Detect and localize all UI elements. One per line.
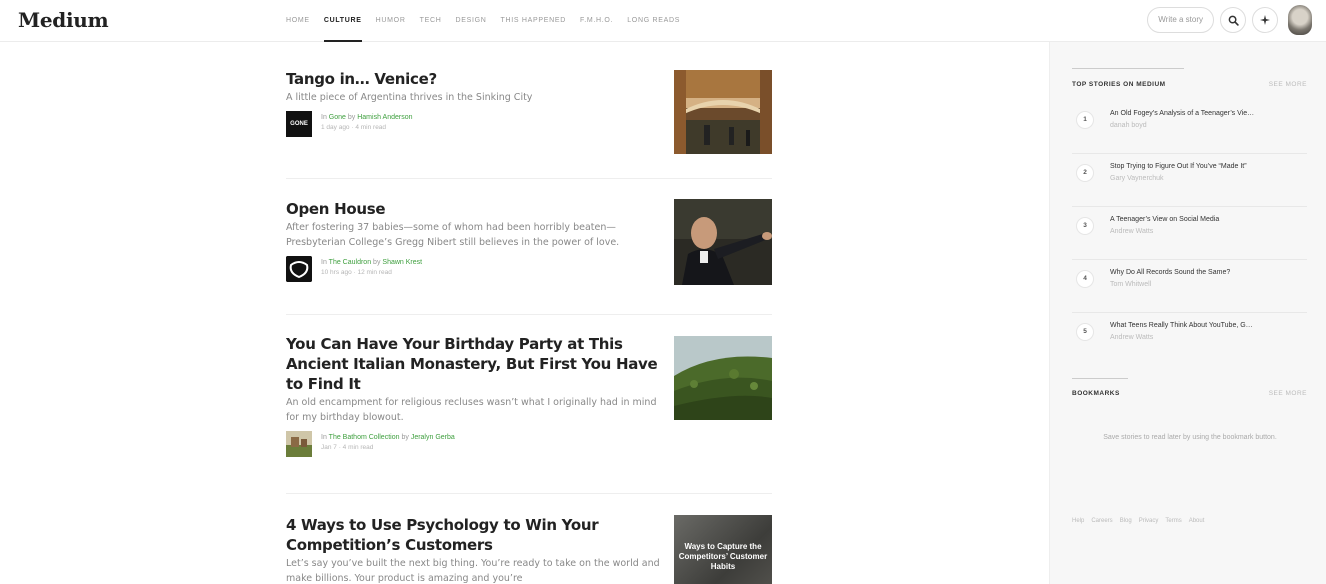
search-button[interactable] [1220, 7, 1246, 33]
nav-fmho[interactable]: F.M.H.O. [580, 0, 613, 42]
nav-long-reads[interactable]: LONG READS [627, 0, 680, 42]
bookmarks-empty-text: Save stories to read later by using the … [1103, 434, 1277, 441]
author-link[interactable]: Shawn Krest [382, 259, 422, 266]
post-time: Jan 7 · 4 min read [321, 444, 374, 451]
story-rank: 2 [1076, 164, 1094, 182]
bookmarks-see-more[interactable]: SEE MORE [1269, 390, 1307, 397]
story-rank: 1 [1076, 111, 1094, 129]
top-stories-title: TOP STORIES ON MEDIUM [1072, 81, 1166, 88]
publication-logo-text: GONE [290, 121, 308, 127]
top-story-item[interactable]: 2 Stop Trying to Figure Out If You’ve “M… [1072, 154, 1307, 207]
bookmarks-title: BOOKMARKS [1072, 390, 1120, 397]
cauldron-logo-icon [286, 256, 312, 282]
nav-humor[interactable]: HUMOR [376, 0, 406, 42]
by-label: by [373, 259, 381, 266]
post-card: You Can Have Your Birthday Party at This… [286, 315, 772, 494]
header-actions: Write a story [1147, 5, 1312, 35]
by-label: by [347, 114, 356, 121]
publication-link[interactable]: Gone [329, 114, 346, 121]
story-title[interactable]: Stop Trying to Figure Out If You’ve “Mad… [1110, 163, 1247, 170]
post-thumbnail[interactable] [674, 199, 772, 285]
nav-design[interactable]: DESIGN [455, 0, 486, 42]
story-title[interactable]: An Old Fogey’s Analysis of a Teenager’s … [1110, 110, 1254, 117]
top-story-item[interactable]: 5 What Teens Really Think About YouTube,… [1072, 313, 1307, 366]
story-author[interactable]: Gary Vaynerchuk [1110, 175, 1164, 182]
post-subtitle[interactable]: An old encampment for religious recluses… [286, 395, 662, 425]
post-thumbnail[interactable] [674, 336, 772, 420]
top-stories-header: TOP STORIES ON MEDIUM SEE MORE [1072, 81, 1307, 88]
search-icon [1228, 15, 1239, 26]
nav-culture[interactable]: CULTURE [323, 0, 362, 42]
story-author[interactable]: Tom Whitwell [1110, 281, 1151, 288]
section-rule [1072, 378, 1128, 379]
nav-tech[interactable]: TECH [420, 0, 442, 42]
post-subtitle[interactable]: Let’s say you’ve built the next big thin… [286, 556, 662, 584]
notifications-button[interactable] [1252, 7, 1278, 33]
sidebar-footer: Help Careers Blog Privacy Terms About [1072, 518, 1204, 524]
story-rank: 3 [1076, 217, 1094, 235]
post-title[interactable]: Open House [286, 199, 662, 219]
bathom-collection-logo-icon [286, 431, 312, 457]
footer-blog-link[interactable]: Blog [1120, 518, 1132, 524]
story-author[interactable]: Andrew Watts [1110, 228, 1153, 235]
post-title[interactable]: 4 Ways to Use Psychology to Win Your Com… [286, 515, 662, 555]
post-subtitle[interactable]: After fostering 37 babies—some of whom h… [286, 220, 662, 250]
top-story-item[interactable]: 4 Why Do All Records Sound the Same? Tom… [1072, 260, 1307, 313]
post-card: Tango in… Venice? A little piece of Arge… [286, 42, 772, 179]
story-title[interactable]: Why Do All Records Sound the Same? [1110, 269, 1230, 276]
nav-home[interactable]: HOME [286, 0, 310, 42]
author-link[interactable]: Hamish Anderson [357, 114, 412, 121]
right-sidebar: TOP STORIES ON MEDIUM SEE MORE 1 An Old … [1049, 42, 1326, 584]
footer-careers-link[interactable]: Careers [1091, 518, 1112, 524]
post-card: 4 Ways to Use Psychology to Win Your Com… [286, 494, 772, 584]
post-title[interactable]: Tango in… Venice? [286, 69, 662, 89]
footer-terms-link[interactable]: Terms [1165, 518, 1181, 524]
user-avatar[interactable] [1288, 5, 1312, 35]
post-thumbnail[interactable] [674, 70, 772, 154]
thumbnail-caption: Ways to Capture the Competitors’ Custome… [678, 542, 768, 571]
in-label: In [321, 434, 327, 441]
post-thumbnail[interactable]: Ways to Capture the Competitors’ Custome… [674, 515, 772, 584]
section-rule [1072, 68, 1184, 69]
post-subtitle[interactable]: A little piece of Argentina thrives in t… [286, 90, 662, 105]
story-rank: 4 [1076, 270, 1094, 288]
post-time: 1 day ago · 4 min read [321, 124, 387, 131]
publication-link[interactable]: The Bathom Collection [329, 434, 400, 441]
story-rank: 5 [1076, 323, 1094, 341]
top-navbar: Medium HOME CULTURE HUMOR TECH DESIGN TH… [0, 0, 1326, 42]
publication-logo[interactable] [286, 431, 312, 457]
post-time: 10 hrs ago · 12 min read [321, 269, 392, 276]
publication-logo[interactable]: GONE [286, 111, 312, 137]
footer-privacy-link[interactable]: Privacy [1139, 518, 1159, 524]
top-story-item[interactable]: 1 An Old Fogey’s Analysis of a Teenager’… [1072, 101, 1307, 154]
footer-help-link[interactable]: Help [1072, 518, 1084, 524]
story-feed: Tango in… Venice? A little piece of Arge… [286, 42, 772, 584]
medium-logo[interactable]: Medium [18, 8, 109, 32]
publication-link[interactable]: The Cauldron [329, 259, 371, 266]
story-title[interactable]: What Teens Really Think About YouTube, G… [1110, 322, 1253, 329]
story-title[interactable]: A Teenager’s View on Social Media [1110, 216, 1219, 223]
top-stories-see-more[interactable]: SEE MORE [1269, 81, 1307, 88]
author-link[interactable]: Jeralyn Gerba [411, 434, 455, 441]
publication-logo[interactable] [286, 256, 312, 282]
story-author[interactable]: danah boyd [1110, 122, 1147, 129]
notifications-icon [1260, 15, 1270, 25]
post-card: Open House After fostering 37 babies—som… [286, 179, 772, 315]
post-title[interactable]: You Can Have Your Birthday Party at This… [286, 334, 662, 394]
category-nav: HOME CULTURE HUMOR TECH DESIGN THIS HAPP… [286, 0, 680, 42]
by-label: by [401, 434, 409, 441]
footer-about-link[interactable]: About [1189, 518, 1205, 524]
bookmarks-header: BOOKMARKS SEE MORE [1072, 390, 1307, 397]
nav-this-happened[interactable]: THIS HAPPENED [501, 0, 567, 42]
in-label: In [321, 259, 327, 266]
write-story-button[interactable]: Write a story [1147, 7, 1214, 33]
in-label: In [321, 114, 327, 121]
story-author[interactable]: Andrew Watts [1110, 334, 1153, 341]
post-meta: In The Bathom Collection by Jeralyn Gerb… [286, 431, 772, 457]
top-story-item[interactable]: 3 A Teenager’s View on Social Media Andr… [1072, 207, 1307, 260]
